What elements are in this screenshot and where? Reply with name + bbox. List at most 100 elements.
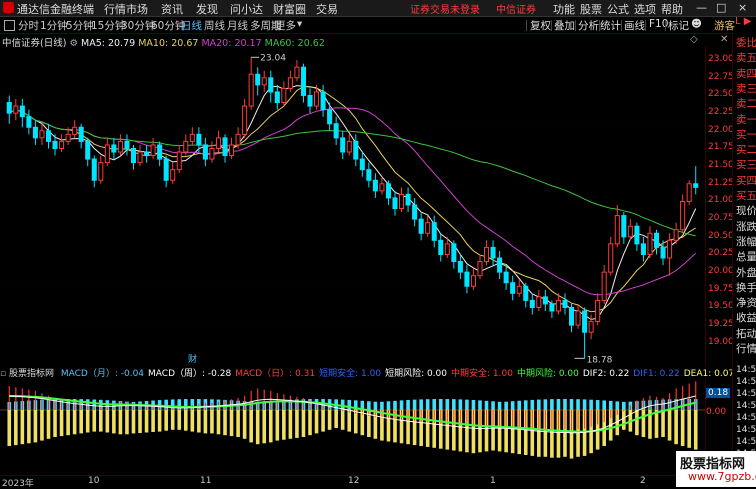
period-week[interactable]: 周线	[204, 18, 225, 33]
panel-label[interactable]: 买四	[736, 173, 756, 188]
candlestick-chart[interactable]: 23.04 18.78 财	[0, 46, 705, 364]
hist-bar-week	[288, 410, 293, 439]
candle-body	[385, 183, 391, 199]
hist-bar-week	[229, 410, 234, 437]
period-5min[interactable]: 5分钟	[66, 18, 94, 33]
hist-bar-week	[680, 410, 685, 446]
menu-caifuquan[interactable]: 财富圈	[273, 1, 306, 17]
menu-gongshi[interactable]: 公式	[607, 1, 629, 17]
menu-hangqing[interactable]: 行情	[104, 1, 126, 17]
panel-time: 14:56	[736, 365, 756, 375]
indicator-name[interactable]: 股票指标网	[9, 369, 54, 379]
broker-name[interactable]: 中信证券	[496, 1, 536, 16]
candle	[307, 88, 313, 114]
hist-bar-month	[589, 399, 593, 410]
login-warning[interactable]: 证券交易未登录	[410, 1, 480, 16]
candle	[568, 303, 575, 333]
candle	[653, 229, 660, 255]
menu-xuanxiang[interactable]: 选项	[634, 1, 656, 17]
candle-body	[457, 261, 463, 273]
panel-label[interactable]: 买五	[736, 188, 756, 203]
panel-label[interactable]: 现价	[736, 203, 756, 218]
period-more[interactable]: 更多	[275, 18, 296, 33]
hist-bar-month	[380, 401, 384, 410]
candle-body	[196, 133, 202, 146]
chevron-down-icon[interactable]: ▾	[297, 18, 302, 30]
menu-jiaoyi[interactable]: 交易	[316, 1, 338, 17]
candle	[117, 134, 123, 156]
close-icon[interactable]: ×	[738, 1, 747, 14]
person-icon[interactable]: ☻	[691, 18, 702, 30]
tool-huaxian[interactable]: 画线	[624, 18, 645, 33]
panel-label[interactable]: 拓动	[736, 326, 756, 341]
indicator-expand-icon[interactable]: ▫	[0, 369, 9, 379]
panel-label[interactable]: 行情	[736, 341, 756, 356]
candle-body	[686, 183, 692, 202]
hist-bar-month	[484, 400, 489, 410]
period-month[interactable]: 月线	[227, 18, 248, 33]
panel-label[interactable]: 委比	[736, 35, 756, 50]
collapse-icon[interactable]: ✕	[720, 34, 728, 45]
candle	[366, 162, 372, 188]
candle	[13, 99, 19, 121]
menu-gongneng[interactable]: 功能	[553, 1, 575, 17]
maximize-icon[interactable]: □	[716, 1, 726, 14]
panel-tab-l[interactable]: L ▶	[735, 16, 751, 27]
period-fenshi[interactable]: 分时	[18, 18, 39, 33]
panel-label[interactable]: 收益	[736, 310, 756, 325]
menu-faxian[interactable]: 发现	[196, 1, 218, 17]
tool-fenxi[interactable]: 分析	[578, 18, 599, 33]
panel-label[interactable]: 外盘	[736, 265, 756, 280]
candle	[170, 162, 176, 184]
menu-zixun[interactable]: 资讯	[161, 1, 183, 17]
candle-body	[248, 73, 254, 107]
menu-bar: 通达信金融终端 行情 市场 资讯 发现 问小达 财富圈 交易 证券交易未登录 中…	[0, 0, 756, 17]
candle-body	[595, 299, 601, 323]
period-1min[interactable]: 1分钟	[40, 18, 68, 33]
hist-bar-month	[438, 399, 443, 410]
panel-label[interactable]: 卖五	[736, 50, 756, 65]
tool-tongji[interactable]: 统计	[600, 18, 621, 33]
period-day[interactable]: 日线	[181, 18, 202, 33]
candle	[150, 137, 156, 160]
hist-bar-month	[543, 399, 548, 410]
tool-biaoji[interactable]: 标记	[668, 18, 689, 33]
hist-bar-month	[497, 401, 502, 410]
panel-label[interactable]: 买一	[736, 127, 756, 142]
menu-bangzhu[interactable]: 帮助	[661, 1, 683, 17]
panel-label[interactable]: 净资	[736, 295, 756, 310]
candle-body	[39, 130, 45, 139]
hist-bar-week	[216, 410, 221, 435]
candle	[59, 134, 65, 152]
minimize-icon[interactable]: —	[696, 1, 707, 14]
hist-bar-week	[340, 410, 345, 430]
panel-label[interactable]: 涨幅	[736, 234, 756, 249]
layout-icon[interactable]	[4, 20, 15, 31]
panel-label[interactable]: 买二	[736, 142, 756, 157]
price-tick: 22.25	[708, 107, 734, 118]
hist-bar-week	[125, 410, 129, 435]
tool-fuquan[interactable]: 复权	[530, 18, 551, 33]
candle-body	[680, 200, 686, 231]
panel-label[interactable]: 卖三	[736, 81, 756, 96]
macd-indicator-chart[interactable]	[0, 380, 705, 474]
candle	[640, 236, 646, 262]
hist-bar-month	[622, 401, 626, 410]
panel-label[interactable]: 买三	[736, 157, 756, 172]
guest-label[interactable]: 游客	[714, 18, 735, 33]
price-tick: 21.00	[708, 195, 734, 206]
panel-label[interactable]: 卖四	[736, 66, 756, 81]
panel-label[interactable]: 换手	[736, 280, 756, 295]
candle	[183, 134, 189, 156]
menu-shichang[interactable]: 市场	[126, 1, 148, 17]
panel-label[interactable]: 涨跌	[736, 219, 756, 234]
hist-bar-week	[295, 410, 299, 438]
tool-diejia[interactable]: 叠加	[554, 18, 575, 33]
menu-wenxiaoda[interactable]: 问小达	[230, 1, 263, 17]
panel-label[interactable]: 总量	[736, 249, 756, 264]
expand-icon[interactable]: ◇	[690, 34, 698, 45]
hist-bar-week	[170, 410, 175, 430]
panel-label[interactable]: 卖二	[736, 96, 756, 111]
panel-label[interactable]: 卖一	[736, 112, 756, 127]
menu-gupiao[interactable]: 股票	[580, 1, 602, 17]
